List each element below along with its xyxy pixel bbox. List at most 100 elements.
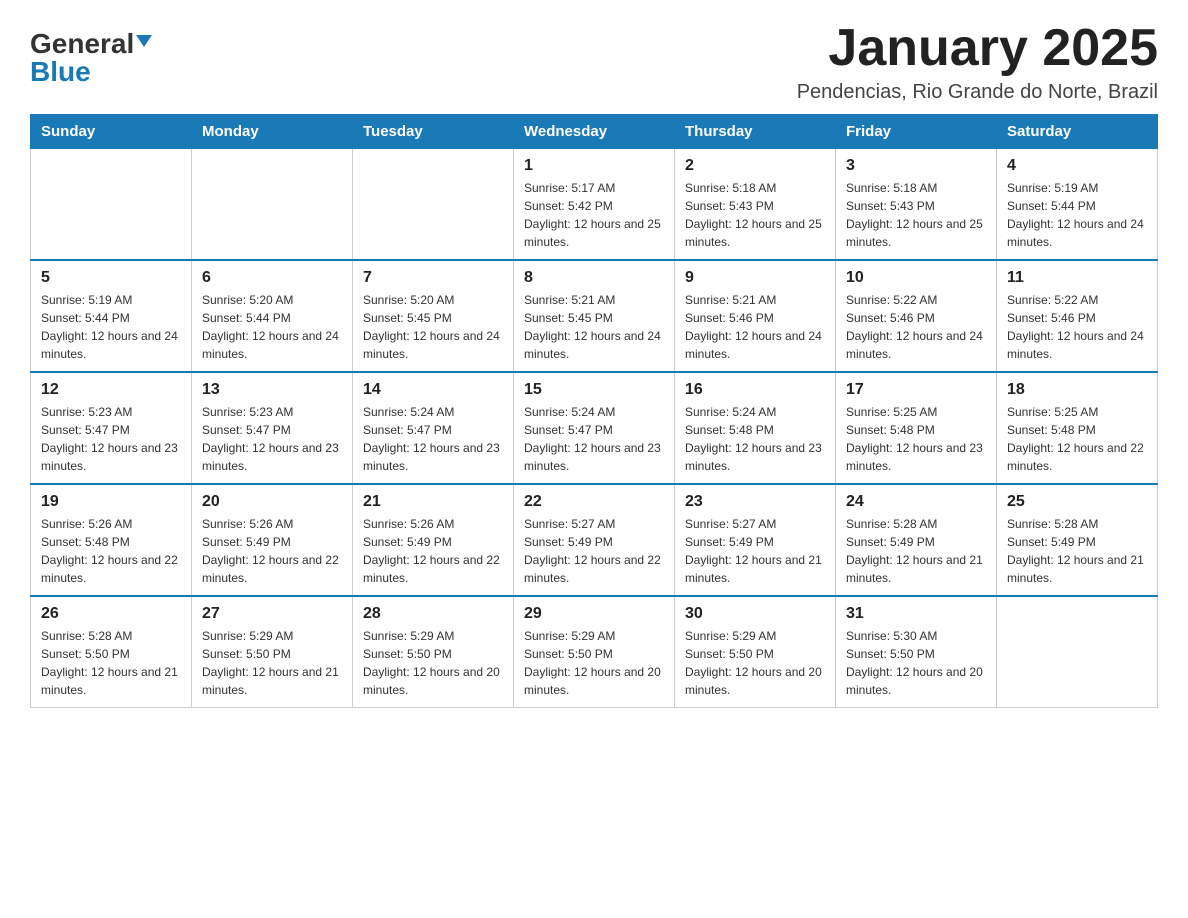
day-info: Sunrise: 5:30 AM Sunset: 5:50 PM Dayligh…	[846, 627, 986, 699]
day-number: 7	[363, 269, 503, 287]
day-info: Sunrise: 5:27 AM Sunset: 5:49 PM Dayligh…	[685, 515, 825, 587]
day-number: 10	[846, 269, 986, 287]
day-info: Sunrise: 5:28 AM Sunset: 5:50 PM Dayligh…	[41, 627, 181, 699]
day-info: Sunrise: 5:24 AM Sunset: 5:48 PM Dayligh…	[685, 403, 825, 475]
calendar-cell: 13 Sunrise: 5:23 AM Sunset: 5:47 PM Dayli…	[192, 372, 353, 484]
calendar-table: SundayMondayTuesdayWednesdayThursdayFrid…	[30, 114, 1158, 708]
calendar-cell: 30Sunrise: 5:29 AM Sunset: 5:50 PM Dayli…	[675, 596, 836, 708]
day-info: Sunrise: 5:29 AM Sunset: 5:50 PM Dayligh…	[524, 627, 664, 699]
location-title: Pendencias, Rio Grande do Norte, Brazil	[797, 81, 1158, 104]
day-info: Sunrise: 5:25 AM Sunset: 5:48 PM Dayligh…	[846, 403, 986, 475]
col-header-thursday: Thursday	[675, 115, 836, 149]
day-number: 25	[1007, 493, 1147, 511]
day-info: Sunrise: 5:20 AM Sunset: 5:44 PM Dayligh…	[202, 291, 342, 363]
day-number: 11	[1007, 269, 1147, 287]
col-header-wednesday: Wednesday	[514, 115, 675, 149]
calendar-week-5: 26 Sunrise: 5:28 AM Sunset: 5:50 PM Dayli…	[31, 596, 1158, 708]
day-number: 17	[846, 381, 986, 399]
day-info: Sunrise: 5:28 AM Sunset: 5:49 PM Dayligh…	[1007, 515, 1147, 587]
header: General Blue January 2025 Pendencias, Ri…	[30, 20, 1158, 104]
day-number: 12	[41, 381, 181, 399]
calendar-cell: 26 Sunrise: 5:28 AM Sunset: 5:50 PM Dayli…	[31, 596, 192, 708]
day-number: 20	[202, 493, 342, 511]
calendar-cell: 31 Sunrise: 5:30 AM Sunset: 5:50 PM Dayli…	[836, 596, 997, 708]
day-number: 2	[685, 157, 825, 175]
day-info: Sunrise: 5:24 AM Sunset: 5:47 PM Dayligh…	[363, 403, 503, 475]
month-title: January 2025	[797, 20, 1158, 77]
calendar-week-3: 12 Sunrise: 5:23 AM Sunset: 5:47 PM Dayli…	[31, 372, 1158, 484]
calendar-cell: 7 Sunrise: 5:20 AM Sunset: 5:45 PM Daylig…	[353, 260, 514, 372]
day-number: 26	[41, 605, 181, 623]
title-area: January 2025 Pendencias, Rio Grande do N…	[797, 20, 1158, 104]
day-number: 13	[202, 381, 342, 399]
day-number: 9	[685, 269, 825, 287]
day-number: 5	[41, 269, 181, 287]
logo: General Blue	[30, 20, 152, 86]
calendar-cell: 3Sunrise: 5:18 AM Sunset: 5:43 PM Daylig…	[836, 149, 997, 261]
day-number: 16	[685, 381, 825, 399]
calendar-cell: 15 Sunrise: 5:24 AM Sunset: 5:47 PM Dayli…	[514, 372, 675, 484]
col-header-tuesday: Tuesday	[353, 115, 514, 149]
day-info: Sunrise: 5:24 AM Sunset: 5:47 PM Dayligh…	[524, 403, 664, 475]
day-number: 3	[846, 157, 986, 175]
day-number: 21	[363, 493, 503, 511]
day-info: Sunrise: 5:26 AM Sunset: 5:48 PM Dayligh…	[41, 515, 181, 587]
day-info: Sunrise: 5:28 AM Sunset: 5:49 PM Dayligh…	[846, 515, 986, 587]
col-header-sunday: Sunday	[31, 115, 192, 149]
day-info: Sunrise: 5:22 AM Sunset: 5:46 PM Dayligh…	[846, 291, 986, 363]
day-number: 30	[685, 605, 825, 623]
day-number: 28	[363, 605, 503, 623]
calendar-cell: 25 Sunrise: 5:28 AM Sunset: 5:49 PM Dayli…	[997, 484, 1158, 596]
day-info: Sunrise: 5:23 AM Sunset: 5:47 PM Dayligh…	[202, 403, 342, 475]
calendar-header-row: SundayMondayTuesdayWednesdayThursdayFrid…	[31, 115, 1158, 149]
logo-text-black: General	[30, 30, 134, 58]
calendar-cell: 12 Sunrise: 5:23 AM Sunset: 5:47 PM Dayli…	[31, 372, 192, 484]
logo-text-blue: Blue	[30, 58, 91, 86]
calendar-cell: 9 Sunrise: 5:21 AM Sunset: 5:46 PM Daylig…	[675, 260, 836, 372]
calendar-cell: 6 Sunrise: 5:20 AM Sunset: 5:44 PM Daylig…	[192, 260, 353, 372]
day-number: 14	[363, 381, 503, 399]
day-number: 8	[524, 269, 664, 287]
col-header-saturday: Saturday	[997, 115, 1158, 149]
day-number: 18	[1007, 381, 1147, 399]
day-info: Sunrise: 5:20 AM Sunset: 5:45 PM Dayligh…	[363, 291, 503, 363]
day-info: Sunrise: 5:26 AM Sunset: 5:49 PM Dayligh…	[363, 515, 503, 587]
calendar-cell: 23Sunrise: 5:27 AM Sunset: 5:49 PM Dayli…	[675, 484, 836, 596]
calendar-cell: 2 Sunrise: 5:18 AM Sunset: 5:43 PM Daylig…	[675, 149, 836, 261]
day-info: Sunrise: 5:22 AM Sunset: 5:46 PM Dayligh…	[1007, 291, 1147, 363]
day-number: 22	[524, 493, 664, 511]
day-number: 6	[202, 269, 342, 287]
day-info: Sunrise: 5:18 AM Sunset: 5:43 PM Dayligh…	[685, 179, 825, 251]
col-header-friday: Friday	[836, 115, 997, 149]
calendar-cell: 4 Sunrise: 5:19 AM Sunset: 5:44 PM Daylig…	[997, 149, 1158, 261]
day-number: 27	[202, 605, 342, 623]
day-info: Sunrise: 5:19 AM Sunset: 5:44 PM Dayligh…	[1007, 179, 1147, 251]
day-info: Sunrise: 5:17 AM Sunset: 5:42 PM Dayligh…	[524, 179, 664, 251]
calendar-cell: 16 Sunrise: 5:24 AM Sunset: 5:48 PM Dayli…	[675, 372, 836, 484]
calendar-cell	[353, 149, 514, 261]
day-number: 4	[1007, 157, 1147, 175]
calendar-cell: 27Sunrise: 5:29 AM Sunset: 5:50 PM Dayli…	[192, 596, 353, 708]
calendar-cell: 28Sunrise: 5:29 AM Sunset: 5:50 PM Dayli…	[353, 596, 514, 708]
calendar-cell: 1 Sunrise: 5:17 AM Sunset: 5:42 PM Daylig…	[514, 149, 675, 261]
calendar-cell: 8 Sunrise: 5:21 AM Sunset: 5:45 PM Daylig…	[514, 260, 675, 372]
day-info: Sunrise: 5:21 AM Sunset: 5:46 PM Dayligh…	[685, 291, 825, 363]
col-header-monday: Monday	[192, 115, 353, 149]
day-number: 15	[524, 381, 664, 399]
day-number: 19	[41, 493, 181, 511]
calendar-cell: 18Sunrise: 5:25 AM Sunset: 5:48 PM Dayli…	[997, 372, 1158, 484]
calendar-week-4: 19 Sunrise: 5:26 AM Sunset: 5:48 PM Dayli…	[31, 484, 1158, 596]
calendar-cell: 22Sunrise: 5:27 AM Sunset: 5:49 PM Dayli…	[514, 484, 675, 596]
day-info: Sunrise: 5:23 AM Sunset: 5:47 PM Dayligh…	[41, 403, 181, 475]
calendar-cell: 29Sunrise: 5:29 AM Sunset: 5:50 PM Dayli…	[514, 596, 675, 708]
calendar-cell: 17 Sunrise: 5:25 AM Sunset: 5:48 PM Dayli…	[836, 372, 997, 484]
calendar-cell: 24Sunrise: 5:28 AM Sunset: 5:49 PM Dayli…	[836, 484, 997, 596]
day-number: 31	[846, 605, 986, 623]
day-info: Sunrise: 5:19 AM Sunset: 5:44 PM Dayligh…	[41, 291, 181, 363]
day-number: 1	[524, 157, 664, 175]
day-info: Sunrise: 5:21 AM Sunset: 5:45 PM Dayligh…	[524, 291, 664, 363]
logo-triangle-icon	[136, 35, 152, 47]
calendar-cell: 5 Sunrise: 5:19 AM Sunset: 5:44 PM Daylig…	[31, 260, 192, 372]
calendar-week-1: 1 Sunrise: 5:17 AM Sunset: 5:42 PM Daylig…	[31, 149, 1158, 261]
calendar-cell: 19 Sunrise: 5:26 AM Sunset: 5:48 PM Dayli…	[31, 484, 192, 596]
